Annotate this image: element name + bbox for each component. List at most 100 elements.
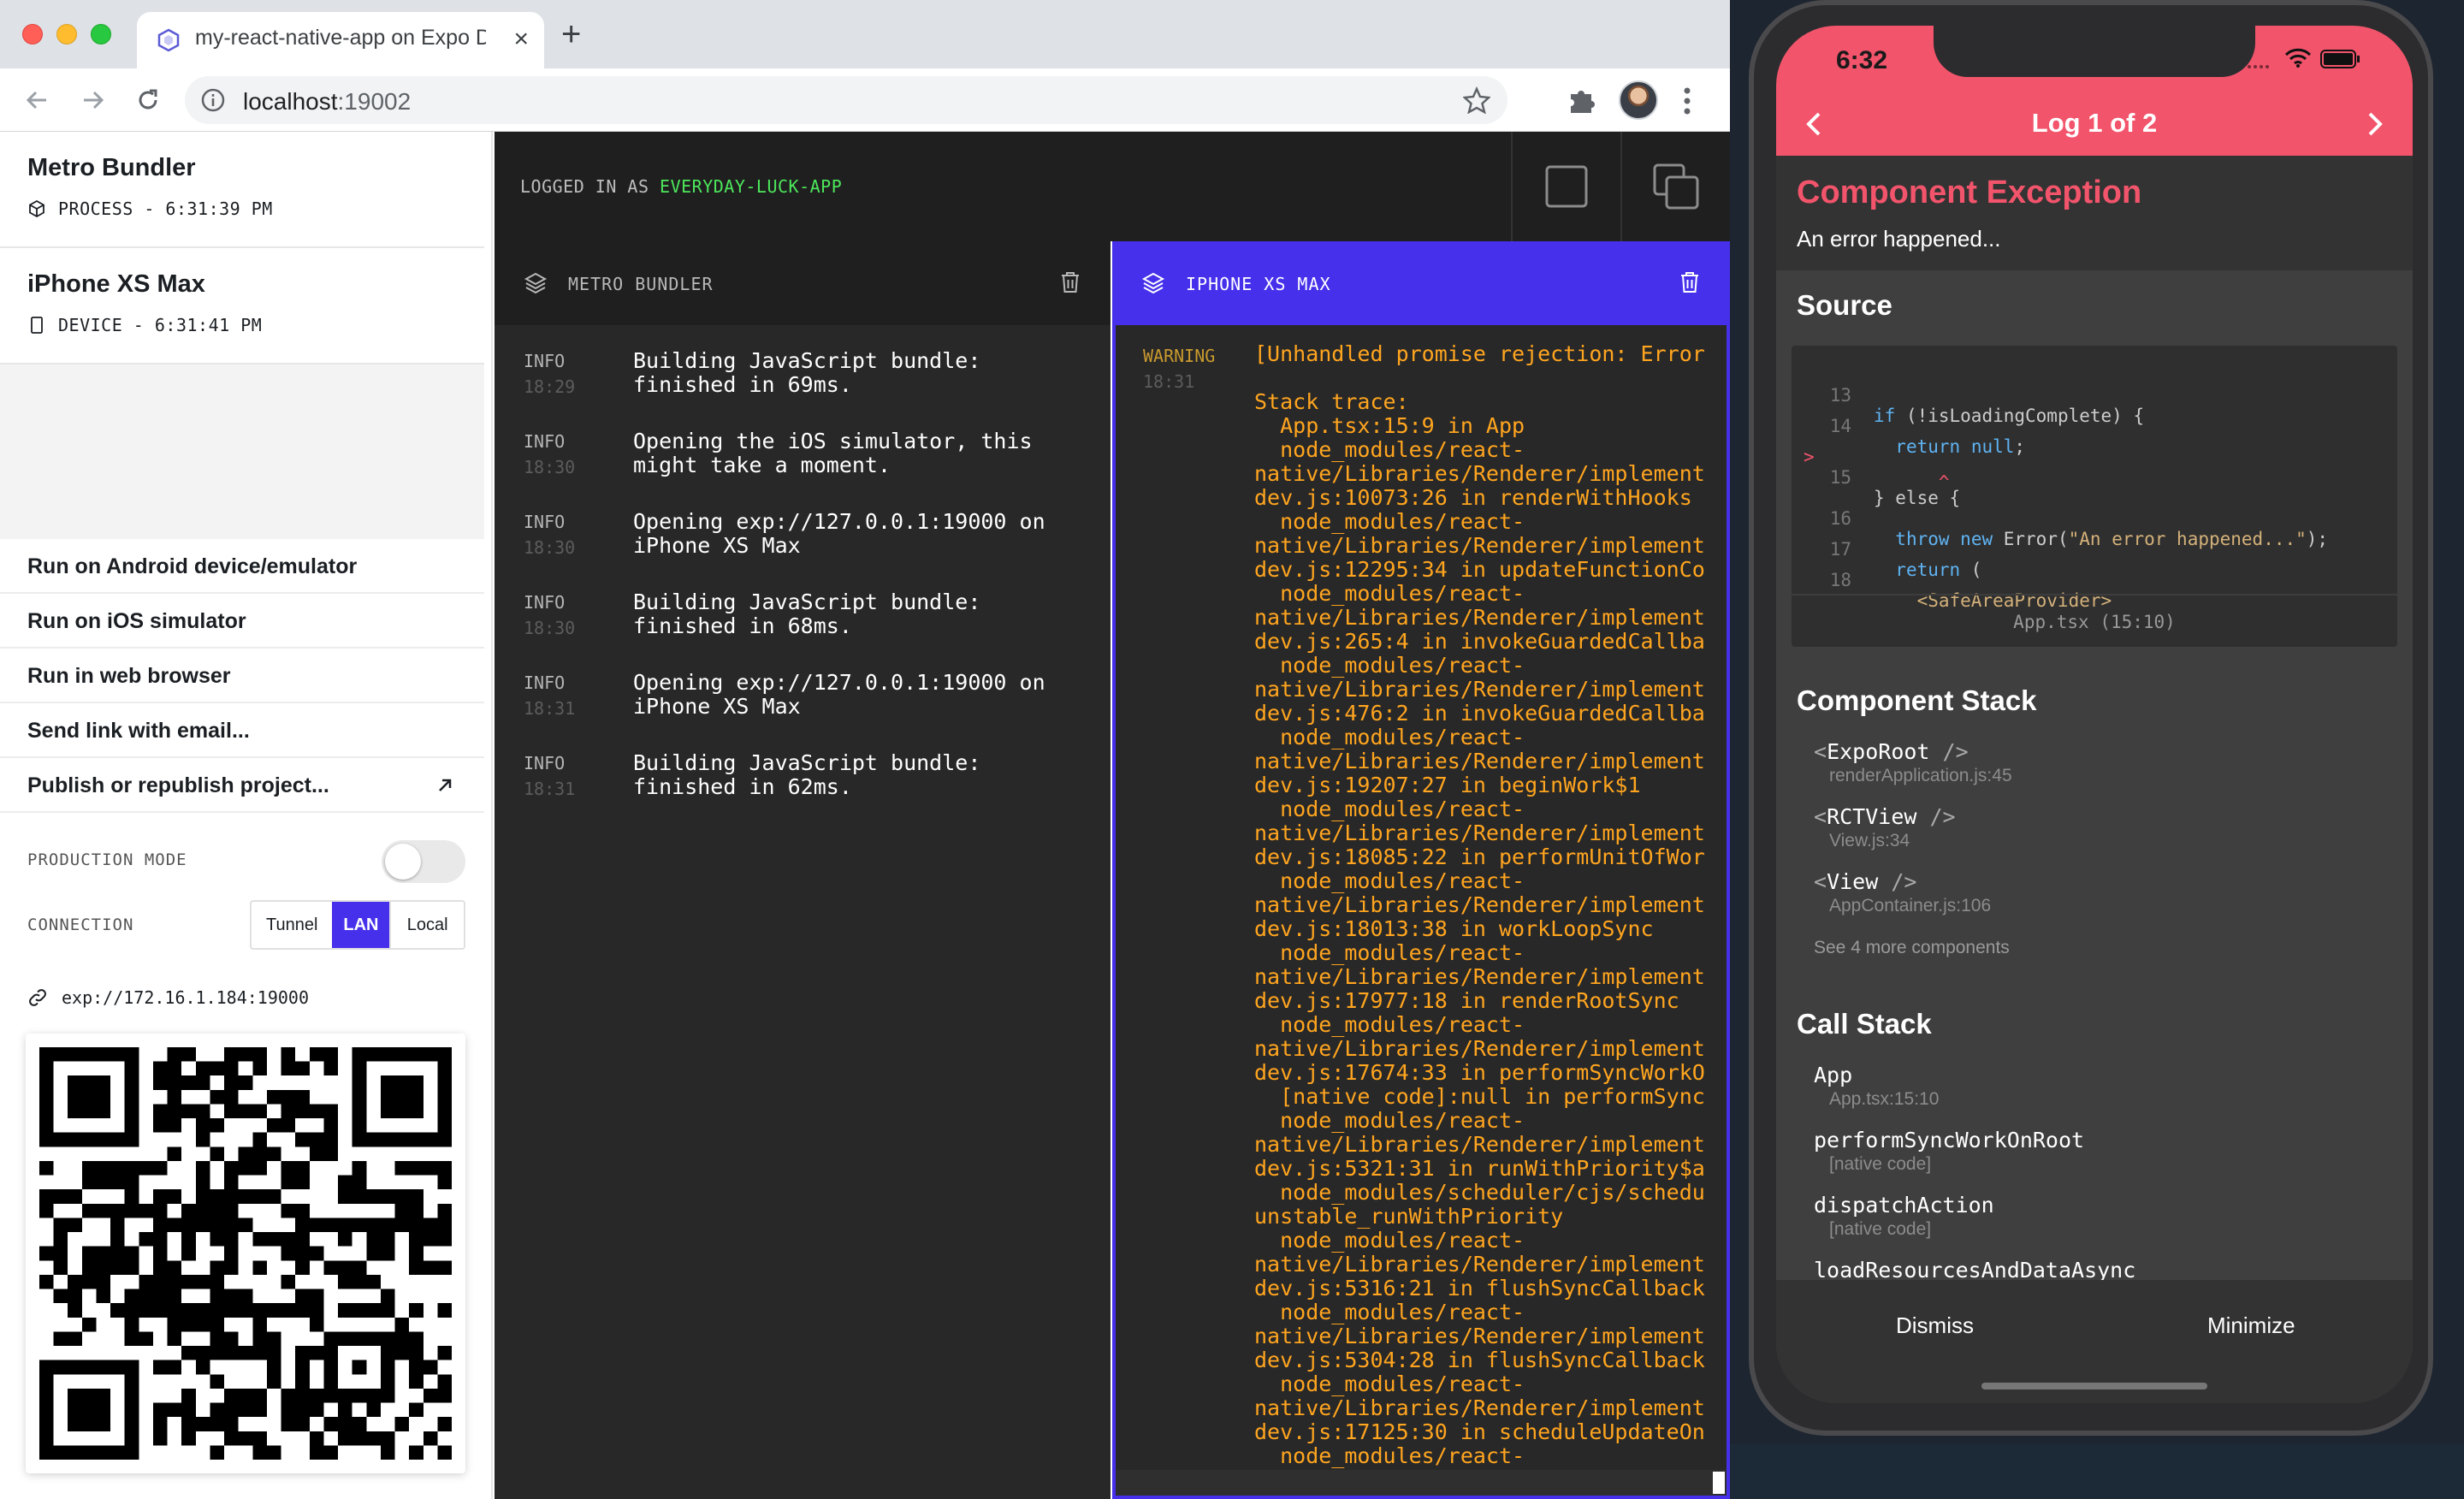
qr-module	[437, 1160, 452, 1176]
qr-module	[394, 1218, 410, 1233]
tab-bar: my-react-native-app on Expo Dev Tools × …	[0, 0, 1730, 68]
call-stack-frame[interactable]: App App.tsx:15:10	[1814, 1063, 1939, 1110]
call-stack-frame[interactable]: loadResourcesAndDataAsync	[1814, 1258, 2135, 1283]
connection-local[interactable]: Local	[389, 902, 464, 948]
qr-module	[309, 1104, 324, 1119]
browser-menu-icon[interactable]	[1682, 84, 1692, 118]
qr-module	[352, 1274, 367, 1289]
minimize-window-button[interactable]	[56, 24, 77, 44]
qr-module	[295, 1388, 310, 1403]
call-stack-frame[interactable]: dispatchAction [native code]	[1814, 1193, 1994, 1240]
qr-module	[380, 1331, 395, 1347]
connection-lan[interactable]: LAN	[332, 902, 390, 948]
qr-module	[295, 1061, 310, 1076]
qr-module	[181, 1417, 196, 1431]
url-input[interactable]: localhost:19002	[185, 76, 1507, 124]
publish-button[interactable]: Publish or republish project...	[0, 758, 484, 813]
qr-module	[210, 1317, 225, 1332]
bookmark-star-icon[interactable]	[1463, 86, 1490, 114]
qr-module	[68, 1047, 82, 1062]
qr-module	[152, 1417, 168, 1431]
qr-module	[210, 1346, 225, 1360]
horizontal-scrollbar[interactable]	[1116, 1470, 1727, 1496]
multi-pane-layout-button[interactable]	[1620, 132, 1730, 241]
log-time: 18:30	[524, 457, 576, 477]
frame-file: [native code]	[1829, 1154, 1932, 1174]
scrollbar-thumb[interactable]	[1713, 1472, 1725, 1494]
exp-url[interactable]: exp://172.16.1.184:19000	[62, 987, 309, 1008]
qr-module	[53, 1047, 68, 1062]
qr-module	[366, 1388, 381, 1403]
qr-module	[238, 1303, 253, 1318]
qr-module	[309, 1303, 324, 1318]
send-link-button[interactable]: Send link with email...	[0, 703, 484, 758]
see-more-components-link[interactable]: See 4 more components	[1814, 938, 2010, 958]
forward-icon[interactable]	[74, 80, 113, 120]
qr-module	[224, 1417, 239, 1431]
connection-tunnel[interactable]: Tunnel	[252, 902, 332, 948]
extensions-puzzle-icon[interactable]	[1566, 84, 1598, 116]
qr-module	[309, 1132, 324, 1147]
log-level: INFO	[524, 351, 566, 371]
qr-module	[81, 1104, 97, 1119]
reload-icon[interactable]	[128, 80, 168, 120]
run-android-button[interactable]: Run on Android device/emulator	[0, 539, 484, 594]
component-stack-item[interactable]: <View /> AppContainer.js:106	[1814, 869, 1991, 916]
qr-module	[437, 1346, 452, 1360]
iphone-pane-header[interactable]: IPHONE XS MAX	[1112, 241, 1730, 325]
qr-module	[295, 1260, 310, 1275]
profile-avatar[interactable]	[1619, 80, 1658, 120]
qr-module	[338, 1331, 352, 1347]
call-stack-frame[interactable]: performSyncWorkOnRoot [native code]	[1814, 1128, 2084, 1175]
qr-module	[380, 1445, 395, 1460]
qr-module	[309, 1317, 324, 1332]
qr-module	[409, 1218, 424, 1233]
qr-module	[338, 1232, 352, 1247]
minimize-button[interactable]: Minimize	[2207, 1312, 2295, 1339]
qr-module	[309, 1402, 324, 1418]
qr-module	[210, 1303, 225, 1318]
zoom-window-button[interactable]	[91, 24, 111, 44]
site-info-icon[interactable]	[200, 87, 226, 113]
log-time: 18:30	[524, 618, 576, 638]
source-metro-bundler[interactable]: Metro Bundler PROCESS - 6:31:39 PM	[0, 132, 484, 248]
trash-icon[interactable]	[1059, 270, 1081, 294]
qr-code-card	[26, 1034, 465, 1473]
qr-module	[266, 1089, 281, 1105]
new-tab-button[interactable]: +	[561, 15, 581, 53]
status-bar-time: 6:32	[1836, 46, 1888, 74]
next-log-icon[interactable]	[2365, 111, 2385, 137]
qr-module	[281, 1203, 296, 1218]
qr-module	[252, 1146, 267, 1161]
qr-module	[366, 1232, 381, 1247]
log-counter: Log 1 of 2	[2031, 108, 2158, 138]
run-ios-button[interactable]: Run on iOS simulator	[0, 594, 484, 649]
qr-module	[323, 1388, 339, 1403]
qr-module	[152, 1431, 168, 1446]
qr-module	[110, 1303, 125, 1318]
browser-tab[interactable]: my-react-native-app on Expo Dev Tools ×	[137, 12, 544, 68]
component-name: <View />	[1814, 869, 1917, 894]
double-square-icon	[1653, 163, 1699, 210]
qr-module	[323, 1331, 339, 1347]
single-pane-layout-button[interactable]	[1511, 132, 1620, 241]
run-web-button[interactable]: Run in web browser	[0, 649, 484, 703]
close-window-button[interactable]	[22, 24, 43, 44]
qr-module	[323, 1132, 339, 1147]
log-time: 18:31	[524, 779, 576, 799]
qr-module	[53, 1132, 68, 1147]
component-stack-item[interactable]: <ExpoRoot /> renderApplication.js:45	[1814, 739, 2012, 786]
qr-module	[366, 1047, 381, 1062]
qr-module	[309, 1146, 324, 1161]
tab-close-icon[interactable]: ×	[513, 22, 529, 56]
qr-module	[423, 1360, 438, 1375]
dismiss-button[interactable]: Dismiss	[1896, 1312, 1974, 1339]
code-frame[interactable]: 13 if (!isLoadingComplete) { 14 return n…	[1792, 346, 2397, 647]
component-stack-item[interactable]: <RCTView /> View.js:34	[1814, 804, 1956, 851]
qr-module	[110, 1203, 125, 1218]
trash-icon[interactable]	[1679, 270, 1701, 294]
production-mode-toggle[interactable]	[382, 840, 465, 883]
qr-module	[81, 1360, 97, 1375]
back-icon[interactable]	[17, 80, 56, 120]
source-iphone[interactable]: iPhone XS Max DEVICE - 6:31:41 PM	[0, 248, 484, 364]
